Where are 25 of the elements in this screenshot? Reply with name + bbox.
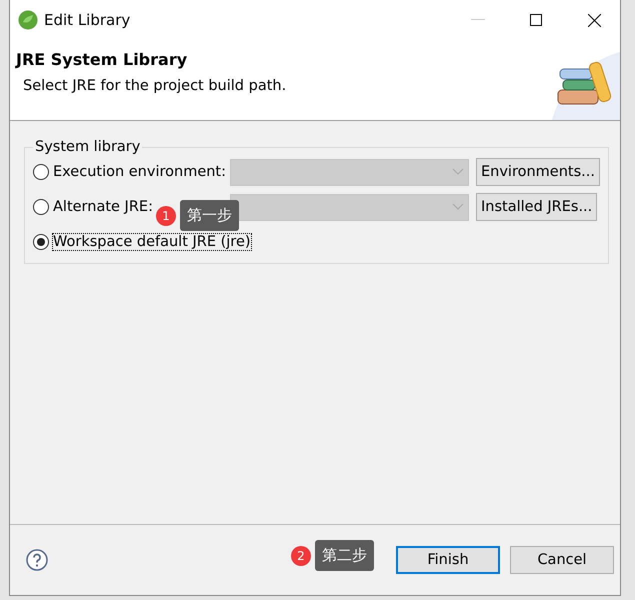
chevron-icon: [452, 203, 464, 211]
window-title: Edit Library: [44, 11, 132, 29]
radio-button[interactable]: [33, 164, 49, 180]
page-description: Select JRE for the project build path.: [22, 78, 286, 94]
page-title: JRE System Library: [16, 50, 188, 69]
dialog-button[interactable]: Finish: [396, 546, 500, 574]
maximize-icon[interactable]: [530, 14, 542, 26]
radio-label[interactable]: Execution environment:: [53, 164, 226, 180]
option-button[interactable]: Environments...: [476, 158, 600, 186]
leaf-logo-icon: [18, 10, 38, 30]
step-badge: 2: [291, 546, 311, 566]
step-tooltip: 第二步: [315, 540, 374, 571]
radio-button[interactable]: [33, 234, 49, 250]
close-icon[interactable]: [588, 14, 600, 26]
dialog-button[interactable]: Cancel: [510, 546, 614, 574]
radio-label[interactable]: Alternate JRE:: [53, 199, 153, 215]
step-tooltip: 第一步: [180, 200, 239, 231]
radio-button[interactable]: [33, 199, 49, 215]
help-icon[interactable]: [26, 549, 48, 571]
chevron-icon: [452, 168, 464, 176]
jre-dropdown[interactable]: [230, 194, 469, 220]
option-button[interactable]: Installed JREs...: [476, 193, 598, 221]
radio-label[interactable]: Workspace default JRE (jre): [53, 234, 251, 250]
group-title: System library: [34, 139, 142, 155]
step-badge: 1: [156, 206, 176, 226]
